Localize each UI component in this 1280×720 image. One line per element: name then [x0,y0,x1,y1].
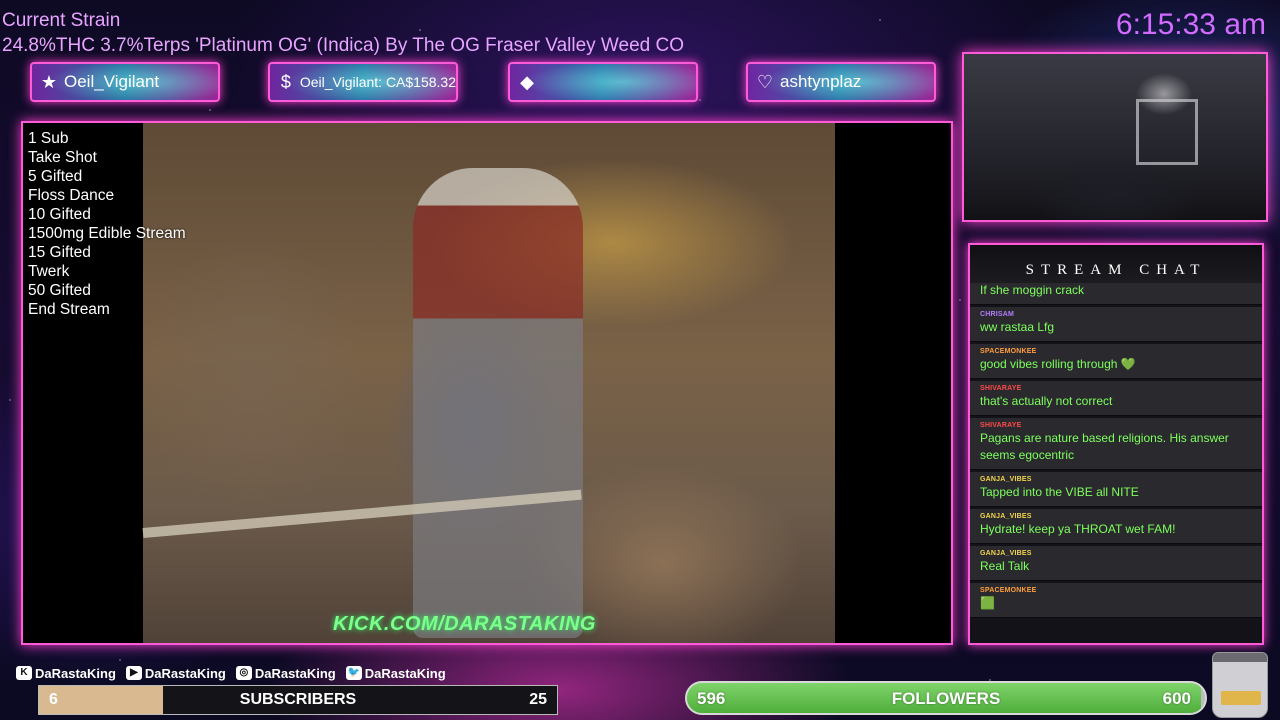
chat-message-text: Tapped into the VIBE all NITE [980,485,1139,499]
latest-follower-alert: ★ Oeil_Vigilant [30,62,220,102]
subscriber-goal: 25 [529,691,547,708]
chat-message-text: good vibes rolling through 💚 [980,357,1136,371]
chat-message-list[interactable]: If she moggin crack CHRISAM ww rastaa Lfg S… [970,283,1262,643]
current-strain-info: 24.8%THC 3.7%Terps 'Platinum OG' (Indica… [2,35,684,56]
social-link[interactable]: 🐦 DaRastaKing [345,665,446,681]
follower-label: FOLLOWERS [891,689,1001,708]
goal-item: 1500mg Edible Stream [28,225,186,242]
goal-item: 15 Gifted [28,244,91,261]
chat-message-text: that's actually not correct [980,394,1113,408]
webcam-feed [962,52,1268,222]
chat-message: SPACEMONKEE 🟩 [970,583,1262,618]
video-figure [413,168,583,638]
chat-username[interactable]: SPACEMONKEE [980,587,1254,594]
chat-message: GANJA_VIBES Real Talk [970,546,1262,581]
kick-channel-link[interactable]: KICK.COM/DARASTAKING [333,613,596,636]
main-video-frame[interactable]: 1 Sub Take Shot 5 Gifted Floss Dance 10 … [21,121,953,645]
follower-goal: 600 [1162,689,1191,708]
latest-donation-alert: $ Oeil_Vigilant: CA$158.32 [268,62,458,102]
social-handle: DaRastaKing [364,665,446,681]
alert-text: ashtynplaz [780,72,862,91]
kick-icon: K [16,666,32,680]
social-handle: DaRastaKing [35,665,116,681]
social-handle: DaRastaKing [254,665,336,681]
chat-message-text: If she moggin crack [980,283,1085,297]
chat-message: If she moggin crack [970,283,1262,305]
jar-label [1221,691,1261,705]
subscriber-label: SUBSCRIBERS [239,691,357,708]
latest-cheer-alert: ◆ [508,62,698,102]
alert-text: Oeil_Vigilant: CA$158.32 [299,74,456,90]
diamond-icon: ◆ [520,71,534,92]
goal-item: End Stream [28,301,110,318]
alert-text: Oeil_Vigilant [64,72,160,91]
goal-list: 1 Sub Take Shot 5 Gifted Floss Dance 10 … [28,129,186,319]
goal-item: Floss Dance [28,187,115,204]
stream-clock: 6:15:33 am [1115,8,1266,41]
chat-message-text: ww rastaa Lfg [980,320,1055,334]
subscriber-goal-bar: 6 SUBSCRIBERS 25 [38,685,558,715]
goal-item: Take Shot [28,149,97,166]
chat-username[interactable]: GANJA_VIBES [980,513,1254,520]
chat-message: GANJA_VIBES Tapped into the VIBE all NITE [970,472,1262,507]
goal-item: 10 Gifted [28,206,91,223]
chat-username[interactable]: SHIVARAYE [980,422,1254,429]
star-icon: ★ [40,71,58,92]
chat-message-text: Real Talk [980,559,1030,573]
chat-username[interactable]: GANJA_VIBES [980,550,1254,557]
chat-message: SHIVARAYE that's actually not correct [970,381,1262,416]
social-links: K DaRastaKing ▶ DaRastaKing ◎ DaRastaKing 🐦 DaR… [16,664,446,682]
dollar-icon: $ [280,71,291,92]
chat-username[interactable]: GANJA_VIBES [980,476,1254,483]
goal-item: 50 Gifted [28,282,91,299]
twitter-icon: 🐦 [345,666,362,680]
social-link[interactable]: K DaRastaKing [16,666,116,681]
chat-message-text: Hydrate! keep ya THROAT wet FAM! [980,522,1176,536]
goal-item: 1 Sub [28,130,69,147]
chat-message: SHIVARAYE Pagans are nature based religio… [970,418,1262,470]
youtube-icon: ▶ [125,666,142,680]
chat-message-text: 🟩 [980,596,995,610]
chat-message-text: Pagans are nature based religions. His a… [980,431,1229,462]
latest-subscriber-alert: ♡ ashtynplaz [746,62,936,102]
chat-message: CHRISAM ww rastaa Lfg [970,307,1262,342]
webcam-shelf [1136,99,1198,165]
social-link[interactable]: ◎ DaRastaKing [235,665,336,681]
heart-icon: ♡ [756,71,774,92]
chat-username[interactable]: CHRISAM [980,311,1254,318]
tip-jar-icon [1212,652,1268,718]
goal-item: 5 Gifted [28,168,83,185]
chat-title: STREAM CHAT [970,245,1262,283]
chat-message: SPACEMONKEE good vibes rolling through 💚 [970,344,1262,379]
current-strain-title: Current Strain [2,10,121,31]
video-scene [142,123,835,643]
goal-item: Twerk [28,263,70,280]
social-handle: DaRastaKing [144,665,226,681]
chat-username[interactable]: SPACEMONKEE [980,348,1254,355]
follower-goal-bar: 596 FOLLOWERS 600 [685,681,1207,715]
social-link[interactable]: ▶ DaRastaKing [125,665,226,681]
stream-chat-panel[interactable]: STREAM CHAT If she moggin crack CHRISAM ww… [968,243,1264,645]
chat-message: GANJA_VIBES Hydrate! keep ya THROAT wet F… [970,509,1262,544]
chat-username[interactable]: SHIVARAYE [980,385,1254,392]
instagram-icon: ◎ [235,666,252,680]
